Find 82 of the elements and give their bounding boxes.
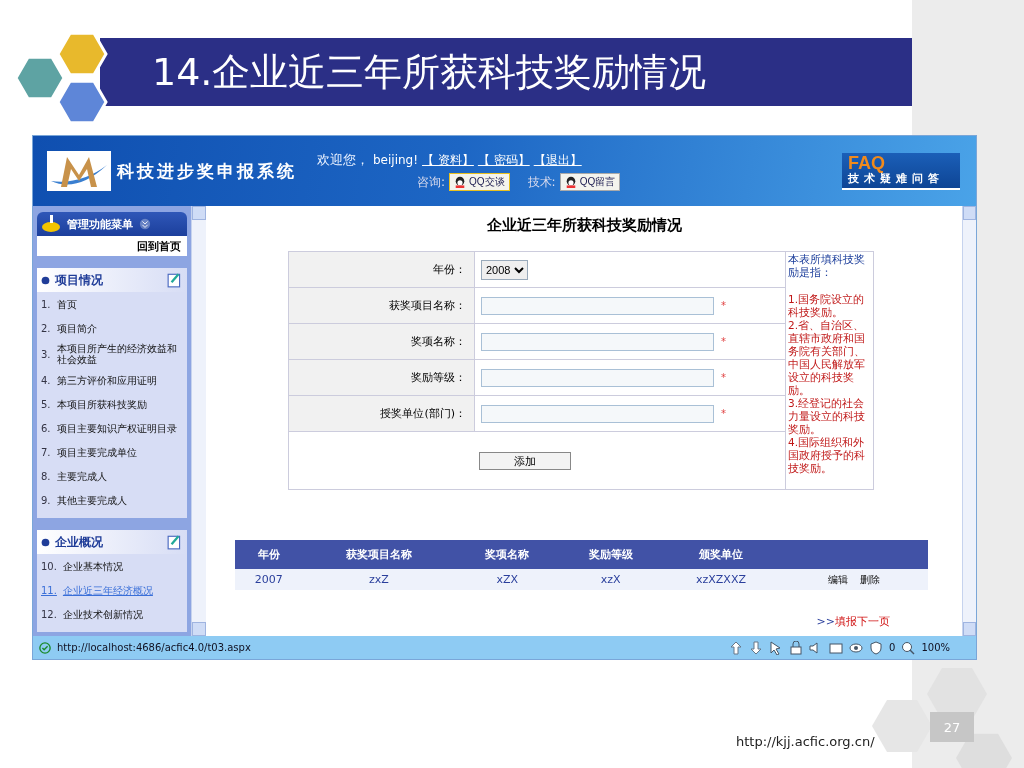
column-header: 颁奖单位 (662, 540, 780, 569)
status-url: http://localhost:4686/acfic4.0/t03.aspx (57, 642, 251, 653)
column-header: 奖励等级 (559, 540, 663, 569)
bullet-icon (41, 275, 50, 285)
menu-item[interactable]: 12. 企业技术创新情况 (37, 602, 187, 626)
section-title: 项目情况 (55, 271, 103, 289)
header-link[interactable]: 【 密码】 (477, 151, 530, 169)
arrow-down-icon (749, 640, 764, 655)
scrollbar[interactable] (962, 206, 976, 636)
shield-icon (869, 640, 884, 655)
column-header: 获奖项目名称 (302, 540, 456, 569)
field-label: 年份： (289, 252, 475, 288)
next-page-link[interactable]: >>填报下一页 (816, 614, 890, 629)
note-text: 3.经登记的社会力量设立的科技奖励。 (788, 397, 866, 436)
add-button[interactable]: 添加 (479, 451, 571, 470)
footer-url: http://kjj.acfic.org.cn/ (736, 734, 875, 749)
menu-title: 管理功能菜单 (67, 216, 133, 232)
table-cell: zxZ (302, 569, 456, 590)
input-field[interactable] (481, 332, 714, 351)
note-icon (167, 534, 183, 550)
eye-icon (849, 640, 864, 655)
zoom-icon (901, 640, 916, 655)
menu-item[interactable]: 8. 主要完成人 (37, 464, 187, 488)
zoom-level[interactable]: 100% (921, 642, 950, 653)
bullet-icon (41, 537, 50, 547)
menu-item[interactable]: 5. 本项目所获科技奖励 (37, 392, 187, 416)
required-mark: * (721, 300, 726, 311)
row-action-link[interactable]: 编辑 (827, 573, 848, 585)
note-text: 4.国际组织和外国政府授予的科技奖励。 (788, 436, 866, 475)
tech-label: 技术: (527, 173, 556, 191)
window-icon (829, 640, 844, 655)
system-name: 科技进步奖申报系统 (117, 159, 297, 183)
menu-item[interactable]: 11. 企业近三年经济概况 (37, 578, 187, 602)
table-cell: xzX (559, 569, 663, 590)
menu-item[interactable]: 6. 项目主要知识产权证明目录 (37, 416, 187, 440)
menu-item[interactable]: 2. 项目简介 (37, 316, 187, 340)
collapse-icon (139, 218, 151, 230)
menu-item[interactable]: 10. 企业基本情况 (37, 554, 187, 578)
user-name: beijing! (373, 153, 419, 167)
home-link[interactable]: 回到首页 (37, 236, 187, 256)
column-header: 年份 (235, 540, 303, 569)
field-label: 奖励等级： (289, 360, 475, 396)
field-label: 奖项名称： (289, 324, 475, 360)
input-field[interactable] (481, 296, 714, 315)
faq-banner[interactable]: FAQ 技术疑难问答 (842, 152, 960, 190)
header-link[interactable]: 【退出】 (533, 151, 582, 169)
block-count: 0 (889, 642, 896, 653)
section-title: 企业概况 (55, 533, 103, 551)
page-number: 27 (930, 712, 974, 742)
required-mark: * (721, 372, 726, 383)
check-icon (39, 641, 51, 654)
scrollbar[interactable] (191, 206, 206, 636)
required-mark: * (721, 336, 726, 347)
row-action-link[interactable]: 删除 (859, 573, 880, 585)
input-field[interactable] (481, 368, 714, 387)
note-heading: 本表所填科技奖励是指： (788, 253, 866, 279)
menu-item[interactable]: 7. 项目主要完成单位 (37, 440, 187, 464)
qq-message-button[interactable]: QQ留言 (559, 173, 621, 191)
consult-label: 咨询: (417, 173, 446, 191)
field-label: 授奖单位(部门)： (289, 396, 475, 432)
note-text: 1.国务院设立的科技奖励。 (788, 293, 866, 319)
column-header: 奖项名称 (455, 540, 559, 569)
table-cell: xZX (455, 569, 559, 590)
note-icon (167, 272, 183, 288)
welcome-text: 欢迎您， (317, 151, 369, 169)
arrow-up-icon (729, 640, 744, 655)
field-label: 获奖项目名称： (289, 288, 475, 324)
qq-chat-button[interactable]: QQ交谈 (449, 173, 510, 191)
slide-title: 14.企业近三年所获科技奖励情况 (152, 48, 707, 96)
table-cell: 2007 (235, 569, 303, 590)
header-link[interactable]: 【 资料】 (422, 151, 474, 169)
menu-item[interactable]: 9. 其他主要完成人 (37, 488, 187, 512)
table-cell: xzXZXXZ (662, 569, 780, 590)
year-select[interactable]: 2008 (481, 259, 528, 280)
logo-icon (47, 151, 111, 191)
lock-icon (789, 640, 804, 655)
form-title: 企业近三年所获科技奖励情况 (485, 216, 683, 235)
required-mark: * (721, 408, 726, 419)
menu-item[interactable]: 1. 首页 (37, 292, 187, 316)
menu-item[interactable]: 4. 第三方评价和应用证明 (37, 368, 187, 392)
input-field[interactable] (481, 404, 714, 423)
note-text: 2.省、自治区、直辖市政府和国务院有关部门、中国人民解放军设立的科技奖励。 (788, 319, 866, 397)
